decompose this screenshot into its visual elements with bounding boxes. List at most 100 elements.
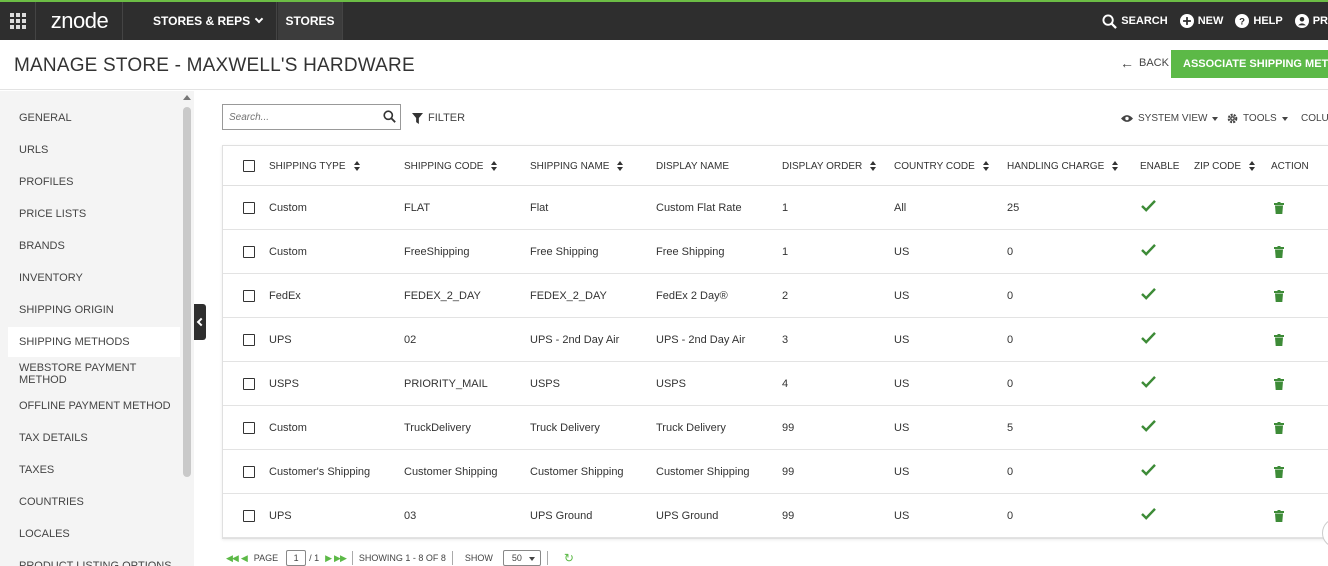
filter-icon — [412, 112, 423, 124]
chevron-down-icon — [254, 14, 264, 24]
col-shipping-type[interactable]: SHIPPING TYPE — [269, 146, 360, 186]
cell-handling-charge: 0 — [1007, 466, 1014, 478]
system-view-dropdown[interactable]: SYSTEM VIEW — [1121, 113, 1219, 124]
col-country-code[interactable]: COUNTRY CODE — [894, 146, 989, 186]
check-icon — [1141, 419, 1156, 437]
scroll-up-arrow-icon[interactable] — [183, 95, 191, 100]
select-all-checkbox[interactable] — [243, 160, 255, 172]
show-label: SHOW — [464, 553, 493, 563]
cell-shipping-name: Truck Delivery — [530, 422, 600, 434]
cell-country-code: US — [894, 334, 910, 346]
col-handling-charge[interactable]: HANDLING CHARGE — [1007, 146, 1119, 186]
cell-country-code: US — [894, 290, 910, 302]
sort-icon — [870, 161, 877, 171]
sidebar-item-countries[interactable]: COUNTRIES — [8, 487, 180, 517]
profile-button[interactable]: PR — [1294, 14, 1328, 28]
apps-grid-icon[interactable] — [0, 2, 36, 40]
sidebar-item-profiles[interactable]: PROFILES — [8, 167, 180, 197]
col-shipping-name[interactable]: SHIPPING NAME — [530, 146, 624, 186]
sidebar-item-urls[interactable]: URLS — [8, 135, 180, 165]
cell-shipping-name: Customer Shipping — [530, 466, 624, 478]
row-checkbox[interactable] — [243, 378, 255, 390]
cell-display-order: 99 — [782, 422, 795, 434]
menu-stores-and-reps[interactable]: STORES & REPS — [124, 2, 277, 40]
eye-icon — [1121, 115, 1133, 122]
cell-handling-charge: 0 — [1007, 510, 1014, 522]
sidebar-item-product-listing-options[interactable]: PRODUCT LISTING OPTIONS — [8, 551, 180, 566]
last-page-icon[interactable]: ▶▶ — [334, 553, 347, 564]
search-icon[interactable] — [383, 110, 396, 123]
refresh-icon[interactable]: ↻ — [564, 551, 574, 565]
menu-stores[interactable]: STORES — [278, 2, 343, 40]
grid-header-row: SHIPPING TYPE SHIPPING CODE SHIPPING NAM… — [223, 146, 1328, 186]
sidebar-collapse-button[interactable] — [194, 304, 206, 340]
columns-dropdown[interactable]: COLUM — [1301, 113, 1328, 124]
filter-label: FILTER — [428, 112, 466, 124]
page-number-input[interactable]: 1 — [286, 550, 307, 566]
sidebar-item-brands[interactable]: BRANDS — [8, 231, 180, 261]
next-page-icon[interactable]: ▶ — [325, 553, 332, 564]
cell-handling-charge: 0 — [1007, 246, 1014, 258]
back-button[interactable]: ← BACK — [1120, 56, 1169, 70]
help-button[interactable]: ? HELP — [1235, 14, 1283, 28]
col-display-order[interactable]: DISPLAY ORDER — [782, 146, 877, 186]
check-icon — [1141, 199, 1156, 217]
associate-shipping-method-button[interactable]: ASSOCIATE SHIPPING METHO — [1171, 50, 1328, 78]
cell-handling-charge: 25 — [1007, 202, 1020, 214]
sidebar-scrollbar[interactable] — [183, 107, 191, 477]
trash-icon[interactable] — [1274, 377, 1284, 395]
row-checkbox[interactable] — [243, 246, 255, 258]
cell-country-code: US — [894, 466, 910, 478]
trash-icon[interactable] — [1274, 465, 1284, 483]
row-checkbox[interactable] — [243, 290, 255, 302]
trash-icon[interactable] — [1274, 201, 1284, 219]
sidebar-item-shipping-origin[interactable]: SHIPPING ORIGIN — [8, 295, 180, 325]
col-shipping-code-label: SHIPPING CODE — [404, 160, 484, 172]
page-size-value: 50 — [511, 553, 522, 563]
sidebar-item-inventory[interactable]: INVENTORY — [8, 263, 180, 293]
check-icon — [1141, 287, 1156, 305]
trash-icon[interactable] — [1274, 333, 1284, 351]
row-checkbox[interactable] — [243, 510, 255, 522]
sidebar-item-price-lists[interactable]: PRICE LISTS — [8, 199, 180, 229]
row-checkbox[interactable] — [243, 202, 255, 214]
cell-shipping-type: Custom — [269, 422, 307, 434]
first-page-icon[interactable]: ◀◀ — [226, 553, 239, 564]
prev-page-icon[interactable]: ◀ — [241, 553, 248, 564]
check-icon — [1141, 463, 1156, 481]
sidebar-item-webstore-payment-method[interactable]: WEBSTORE PAYMENT METHOD — [8, 359, 180, 389]
filter-button[interactable]: FILTER — [412, 112, 465, 124]
cell-shipping-code: FEDEX_2_DAY — [404, 290, 481, 302]
trash-icon[interactable] — [1274, 245, 1284, 263]
page-header: MANAGE STORE - MAXWELL'S HARDWARE ← BACK… — [0, 40, 1328, 90]
trash-icon[interactable] — [1274, 289, 1284, 307]
trash-icon[interactable] — [1274, 421, 1284, 439]
sidebar-item-tax-details[interactable]: TAX DETAILS — [8, 423, 180, 453]
row-checkbox[interactable] — [243, 334, 255, 346]
cell-display-name: USPS — [656, 378, 686, 390]
new-button[interactable]: NEW — [1179, 14, 1223, 28]
znode-logo[interactable]: znode — [37, 2, 123, 40]
search-input[interactable] — [223, 105, 373, 129]
cell-shipping-code: FLAT — [404, 202, 431, 214]
trash-icon[interactable] — [1274, 509, 1284, 527]
sidebar-item-offline-payment-method[interactable]: OFFLINE PAYMENT METHOD — [8, 391, 180, 421]
col-zip-code-label: ZIP CODE — [1194, 160, 1242, 172]
sidebar-item-shipping-methods[interactable]: SHIPPING METHODS — [8, 327, 180, 357]
col-shipping-code[interactable]: SHIPPING CODE — [404, 146, 498, 186]
page-size-select[interactable]: 50 — [502, 550, 541, 566]
table-row: Custom TruckDelivery Truck Delivery Truck D… — [223, 406, 1328, 450]
sidebar-item-general[interactable]: GENERAL — [8, 103, 180, 133]
sidebar-item-taxes[interactable]: TAXES — [8, 455, 180, 485]
table-row: Custom FreeShipping Free Shipping Free Ship… — [223, 230, 1328, 274]
cell-display-name: Custom Flat Rate — [656, 202, 742, 214]
page-title: MANAGE STORE - MAXWELL'S HARDWARE — [14, 55, 415, 76]
row-checkbox[interactable] — [243, 422, 255, 434]
row-checkbox[interactable] — [243, 466, 255, 478]
sidebar-item-locales[interactable]: LOCALES — [8, 519, 180, 549]
col-zip-code[interactable]: ZIP CODE — [1194, 146, 1256, 186]
sort-icon — [491, 161, 498, 171]
tools-dropdown[interactable]: TOOLS — [1227, 113, 1288, 124]
col-display-order-label: DISPLAY ORDER — [782, 160, 863, 172]
search-button[interactable]: SEARCH — [1102, 13, 1168, 29]
